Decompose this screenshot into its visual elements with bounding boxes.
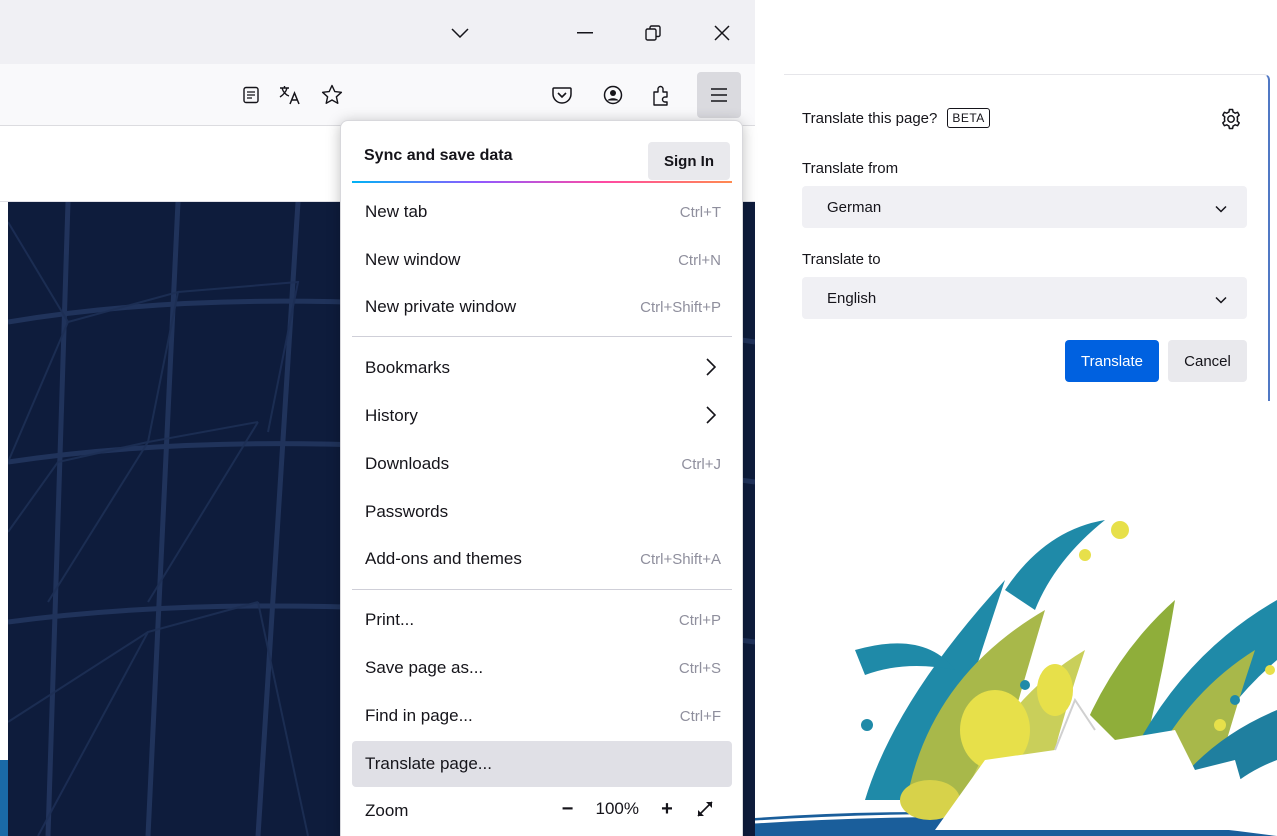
menu-item-print[interactable]: Print... Ctrl+P: [352, 598, 732, 642]
menu-item-downloads[interactable]: Downloads Ctrl+J: [352, 442, 732, 486]
hamburger-menu-icon[interactable]: [697, 72, 741, 118]
restore-icon[interactable]: [633, 18, 673, 48]
menu-item-label: Add-ons and themes: [365, 549, 522, 568]
menu-separator: [352, 336, 732, 337]
menu-item-bookmarks[interactable]: Bookmarks: [352, 346, 732, 390]
menu-item-new-window[interactable]: New window Ctrl+N: [352, 238, 732, 282]
chevron-right-icon: [706, 358, 717, 381]
menu-item-addons-themes[interactable]: Add-ons and themes Ctrl+Shift+A: [352, 537, 732, 581]
zoom-controls: − 100% +: [554, 795, 719, 823]
menu-separator: [352, 589, 732, 590]
menu-item-new-tab[interactable]: New tab Ctrl+T: [352, 190, 732, 234]
translate-from-label: Translate from: [802, 160, 899, 177]
close-icon[interactable]: [702, 18, 742, 48]
menu-item-find-in-page[interactable]: Find in page... Ctrl+F: [352, 694, 732, 738]
menu-item-passwords[interactable]: Passwords: [352, 490, 732, 534]
menu-item-history[interactable]: History: [352, 394, 732, 438]
menu-item-label: Downloads: [365, 454, 450, 473]
zoom-label: Zoom: [365, 801, 409, 820]
menu-item-shortcut: Ctrl+J: [681, 455, 721, 473]
menu-item-zoom: Zoom − 100% +: [352, 789, 732, 833]
sync-label: Sync and save data: [364, 147, 513, 164]
menu-item-label: Save page as...: [365, 658, 484, 677]
chevron-right-icon: [706, 406, 717, 429]
settings-gear-icon[interactable]: [1220, 108, 1242, 135]
app-menu-panel: Sync and save data Sign In New tab Ctrl+…: [340, 120, 743, 836]
pocket-icon[interactable]: [547, 80, 577, 110]
menu-item-shortcut: Ctrl+T: [679, 203, 721, 221]
sync-gradient-divider: [352, 181, 732, 183]
menu-item-label: Translate page...: [365, 754, 492, 773]
menu-item-new-private-window[interactable]: New private window Ctrl+Shift+P: [352, 285, 732, 329]
nav-toolbar: [0, 64, 755, 126]
menu-item-label: New tab: [365, 202, 428, 221]
extensions-icon[interactable]: [646, 80, 676, 110]
page-accent-bar: [0, 760, 8, 836]
zoom-out-button[interactable]: −: [554, 795, 582, 823]
fullscreen-icon[interactable]: [691, 795, 719, 823]
beta-badge: BETA: [947, 108, 990, 128]
menu-item-label: New private window: [365, 297, 517, 316]
chevron-down-icon: [1215, 200, 1227, 218]
menu-item-shortcut: Ctrl+N: [678, 251, 721, 269]
translate-to-label: Translate to: [802, 251, 881, 268]
menu-item-label: History: [365, 406, 418, 425]
menu-item-shortcut: Ctrl+F: [679, 707, 721, 725]
cancel-button[interactable]: Cancel: [1168, 340, 1247, 382]
menu-item-save-page-as[interactable]: Save page as... Ctrl+S: [352, 646, 732, 690]
translate-from-value: German: [827, 198, 882, 216]
menu-item-label: Passwords: [365, 502, 449, 521]
translate-from-select[interactable]: German: [802, 186, 1247, 228]
translate-icon[interactable]: [275, 80, 305, 110]
menu-item-shortcut: Ctrl+Shift+P: [640, 298, 721, 316]
sign-in-button[interactable]: Sign In: [648, 142, 730, 180]
title-bar: [0, 0, 755, 64]
translate-panel: Translate this page? BETA Translate from…: [784, 74, 1270, 401]
menu-item-label: Bookmarks: [365, 358, 451, 377]
zoom-reset-button[interactable]: 100%: [592, 799, 643, 819]
decorative-splash-graphic: [754, 500, 1277, 836]
minimize-icon[interactable]: [565, 18, 605, 48]
chevron-down-icon: [1215, 291, 1227, 309]
translate-button[interactable]: Translate: [1065, 340, 1159, 382]
menu-item-shortcut: Ctrl+S: [678, 659, 721, 677]
menu-item-label: Print...: [365, 610, 415, 629]
menu-item-shortcut: Ctrl+Shift+A: [640, 550, 721, 568]
menu-item-translate-page[interactable]: Translate page...: [352, 741, 732, 787]
translate-to-value: English: [827, 289, 877, 307]
translate-panel-title: Translate this page?: [802, 109, 938, 127]
reader-view-icon[interactable]: [236, 80, 266, 110]
zoom-in-button[interactable]: +: [653, 795, 681, 823]
translate-panel-header: Translate this page? BETA: [802, 108, 990, 128]
account-icon[interactable]: [598, 80, 628, 110]
translate-to-select[interactable]: English: [802, 277, 1247, 319]
menu-item-label: Find in page...: [365, 706, 473, 725]
menu-item-label: New window: [365, 250, 461, 269]
menu-item-shortcut: Ctrl+P: [678, 611, 721, 629]
chevron-down-icon[interactable]: [440, 18, 480, 48]
bookmark-star-icon[interactable]: [317, 80, 347, 110]
